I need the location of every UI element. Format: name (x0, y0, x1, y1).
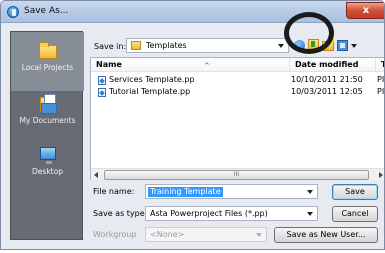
column-header-type[interactable]: Ty (376, 58, 384, 72)
project-file-icon (98, 76, 106, 85)
save-button[interactable]: Save (332, 184, 378, 200)
places-bar: Local Projects My Documents Desktop (10, 31, 84, 240)
horizontal-scrollbar[interactable]: III (91, 168, 384, 180)
scroll-right-icon[interactable] (379, 172, 383, 178)
chevron-down-icon (307, 212, 313, 216)
app-logo-icon (7, 6, 19, 18)
close-button[interactable]: x (346, 2, 384, 19)
file-row[interactable]: Tutorial Template.pp 10/03/2011 12:05 PI (91, 87, 385, 98)
save-as-new-user-button[interactable]: Save as New User... (274, 227, 378, 243)
save-in-label: Save in: (94, 42, 127, 51)
workgroup-value: <None> (150, 230, 185, 239)
save-in-dropdown[interactable]: Templates (126, 38, 289, 53)
chevron-down-icon (351, 44, 357, 48)
place-label: Desktop (32, 167, 63, 176)
file-name-value: Training Template (148, 187, 223, 197)
window-title: Save As... (24, 6, 69, 16)
place-label: Local Projects (21, 63, 74, 72)
save-as-type-label: Save as type: (93, 209, 148, 218)
sort-ascending-icon: ^ (204, 62, 210, 70)
workgroup-select[interactable]: <None> (145, 227, 267, 242)
file-name: Services Template.pp (109, 75, 195, 84)
file-type: PI (377, 87, 385, 96)
folder-icon (37, 42, 59, 60)
file-name: Tutorial Template.pp (109, 87, 191, 96)
views-menu-button[interactable] (336, 38, 358, 53)
file-date: 10/10/2011 21:50 (291, 75, 363, 84)
chevron-down-icon[interactable] (307, 190, 313, 194)
place-desktop[interactable]: Desktop (11, 143, 84, 195)
desktop-icon (37, 146, 59, 164)
place-local-projects[interactable]: Local Projects (11, 32, 84, 91)
column-header-date[interactable]: Date modified (290, 58, 376, 72)
place-my-documents[interactable]: My Documents (11, 91, 84, 143)
views-icon (337, 40, 348, 51)
folder-icon (131, 41, 141, 50)
chevron-down-icon (278, 44, 284, 48)
save-as-type-select[interactable]: Asta Powerproject Files (*.pp) (145, 206, 318, 221)
column-header-name[interactable]: Name ^ (91, 58, 290, 72)
scroll-left-icon[interactable] (94, 172, 98, 178)
file-row[interactable]: Services Template.pp 10/10/2011 21:50 PI (91, 75, 385, 86)
save-as-type-value: Asta Powerproject Files (*.pp) (150, 209, 268, 218)
column-label: Name (96, 60, 122, 69)
save-in-value: Templates (146, 41, 187, 50)
file-date: 10/03/2011 12:05 (291, 87, 363, 96)
my-documents-icon (37, 94, 59, 114)
highlight-circle (284, 12, 334, 54)
workgroup-label: Workgroup (93, 230, 137, 239)
file-name-label: File name: (93, 187, 135, 196)
project-file-icon (98, 88, 106, 97)
scroll-thumb[interactable]: III (104, 170, 369, 180)
cancel-button[interactable]: Cancel (332, 206, 378, 222)
file-name-input[interactable]: Training Template (145, 184, 318, 199)
chevron-down-icon (256, 233, 262, 237)
file-type: PI (377, 75, 385, 84)
save-as-dialog: Save As... x Local Projects My Documents… (0, 0, 385, 250)
file-list[interactable]: Name ^ Date modified Ty Services Templat… (90, 57, 385, 180)
place-label: My Documents (19, 116, 76, 125)
